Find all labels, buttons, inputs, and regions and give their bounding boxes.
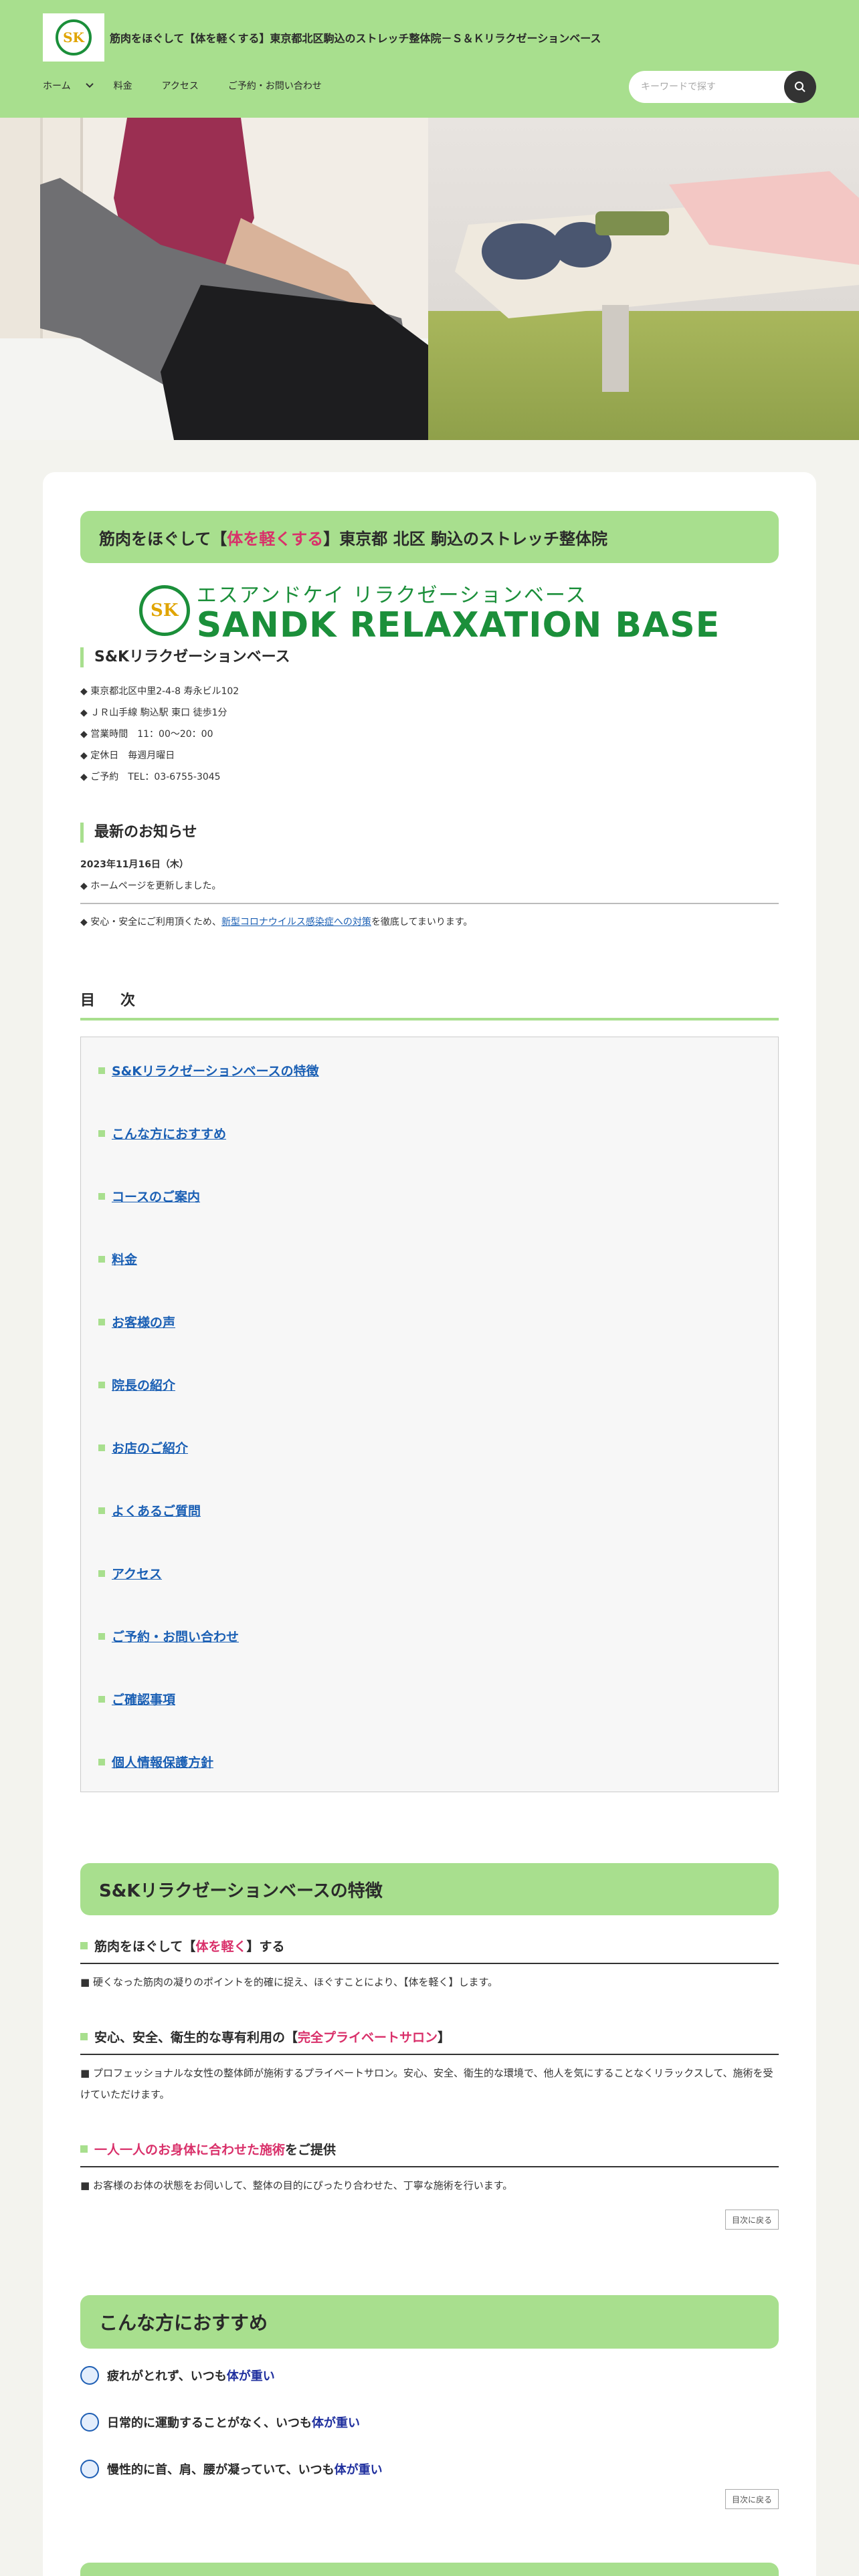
shop-name: S&Kリラクゼーションベース [80,647,779,667]
info-tel: ◆ ご予約 TEL：03-6755-3045 [80,772,221,782]
toc-item[interactable]: ご確認事項 [98,1690,175,1708]
back-to-toc-button[interactable]: 目次に戻る [725,2489,779,2509]
main-content: 筋肉をほぐして【 体を軽くする 】東京都 北区 駒込のストレッチ整体院 SK エスア… [43,472,816,2576]
news-title: 最新のお知らせ [80,823,779,843]
search-button[interactable] [784,71,816,103]
sad-face-icon [80,2366,99,2385]
feature-3-body: ■ お客様のお体の状態をお伺いして、整体の目的にぴったり合わせた、丁寧な施術を行… [80,2179,513,2191]
feature-2-body: ■ プロフェッショナルな女性の整体師が施術するプライベートサロン。安心、安全、衛… [80,2067,773,2101]
site-logo[interactable]: SK [43,13,104,62]
info-address: ◆ 東京都北区中里2-4-8 寿永ビル102 [80,686,240,697]
toc-item[interactable]: コースのご案内 [98,1187,200,1205]
brand-name-en: SANDK RELAXATION BASE [196,605,721,645]
site-header: SK 筋肉をほぐして【体を軽くする】東京都北区駒込のストレッチ整体院－Ｓ＆Ｋリラ… [0,0,859,118]
nav-home[interactable]: ホーム [43,79,71,92]
heading-post: 】東京都 北区 駒込のストレッチ整体院 [323,529,607,548]
feature-2-heading: 安心、安全、衛生的な専有利用の【 完全プライベートサロン】 [80,2028,779,2055]
info-hours: ◆ 営業時間 11：00〜20：00 [80,729,213,740]
covid-link[interactable]: 新型コロナウイルス感染症への対策 [221,917,371,928]
toc-title: 目 次 [80,992,141,1009]
heading-pre: 筋肉をほぐして【 [99,529,227,548]
covid-notice: ◆ 安心・安全にご利用頂くため、新型コロナウイルス感染症への対策を徹底してまいり… [80,917,473,928]
search-icon [795,82,805,92]
sad-face-icon [80,2413,99,2432]
site-title[interactable]: 筋肉をほぐして【体を軽くする】東京都北区駒込のストレッチ整体院－Ｓ＆Ｋリラクゼー… [110,29,601,45]
recommend-item: 疲れがとれず、いつも 体が重い [80,2366,779,2385]
back-to-toc-button[interactable]: 目次に戻る [725,2210,779,2230]
search-box [629,71,816,103]
toc-item[interactable]: アクセス [98,1564,162,1582]
news-item: ◆ ホームページを更新しました。 [80,881,221,891]
sad-face-icon [80,2460,99,2478]
divider [80,903,779,904]
toc-rule [80,1018,779,1021]
table-of-contents: S&Kリラクゼーションベースの特徴 こんな方におすすめ コースのご案内 料金 お… [80,1037,779,1792]
search-input[interactable] [641,71,775,103]
features-heading: S&Kリラクゼーションベースの特徴 [80,1863,779,1915]
brand-emblem: SK [138,585,190,636]
feature-1-heading: 筋肉をほぐして【 体を軽く 】する [80,1937,779,1964]
nav-reservation[interactable]: ご予約・お問い合わせ [228,79,322,92]
nav-access[interactable]: アクセス [162,79,199,92]
heading-emph: 体を軽くする [227,529,324,548]
hero-image-stretch [0,118,428,440]
info-closed: ◆ 定休日 毎週月曜日 [80,750,175,761]
next-section-heading [80,2563,779,2576]
toc-item[interactable]: お客様の声 [98,1313,175,1331]
hero-image-bed [428,118,859,440]
recommend-item: 日常的に運動することがなく、いつも 体が重い [80,2413,779,2432]
logo-emblem: SK [56,19,92,56]
toc-item[interactable]: ご予約・お問い合わせ [98,1627,239,1645]
toc-item[interactable]: 料金 [98,1250,137,1268]
recommend-heading: こんな方におすすめ [80,2295,779,2349]
recommend-item: 慢性的に首、肩、腰が凝っていて、いつも 体が重い [80,2460,779,2478]
nav-price[interactable]: 料金 [114,79,132,92]
news-date: 2023年11月16日（木） [80,859,189,870]
shop-info: ◆ 東京都北区中里2-4-8 寿永ビル102 ◆ ＪＲ山手線 駒込駅 東口 徒歩… [80,681,779,788]
toc-item[interactable]: こんな方におすすめ [98,1124,226,1142]
hero-images [0,118,859,440]
toc-item[interactable]: お店のご紹介 [98,1438,188,1457]
feature-1-body: ■ 硬くなった筋肉の凝りのポイントを的確に捉え、ほぐすことにより、【体を軽く】し… [80,1976,498,1988]
chevron-down-icon[interactable] [85,81,94,90]
logo-letters: SK [63,29,84,45]
info-station: ◆ ＪＲ山手線 駒込駅 東口 徒歩1分 [80,708,227,718]
page-heading-banner: 筋肉をほぐして【 体を軽くする 】東京都 北区 駒込のストレッチ整体院 [80,511,779,563]
brand-logo: SK エスアンドケイ リラクゼーションベース SANDK RELAXATION … [80,579,779,645]
toc-item[interactable]: S&Kリラクゼーションベースの特徴 [98,1061,319,1079]
brand-name-jp: エスアンドケイ リラクゼーションベース [196,584,587,607]
feature-3-heading: 一人一人のお身体に合わせた施術 をご提供 [80,2140,779,2167]
global-nav: ホーム 料金 アクセス ご予約・お問い合わせ [43,79,351,92]
toc-item[interactable]: よくあるご質問 [98,1501,201,1519]
toc-item[interactable]: 個人情報保護方針 [98,1753,213,1771]
toc-item[interactable]: 院長の紹介 [98,1376,175,1394]
